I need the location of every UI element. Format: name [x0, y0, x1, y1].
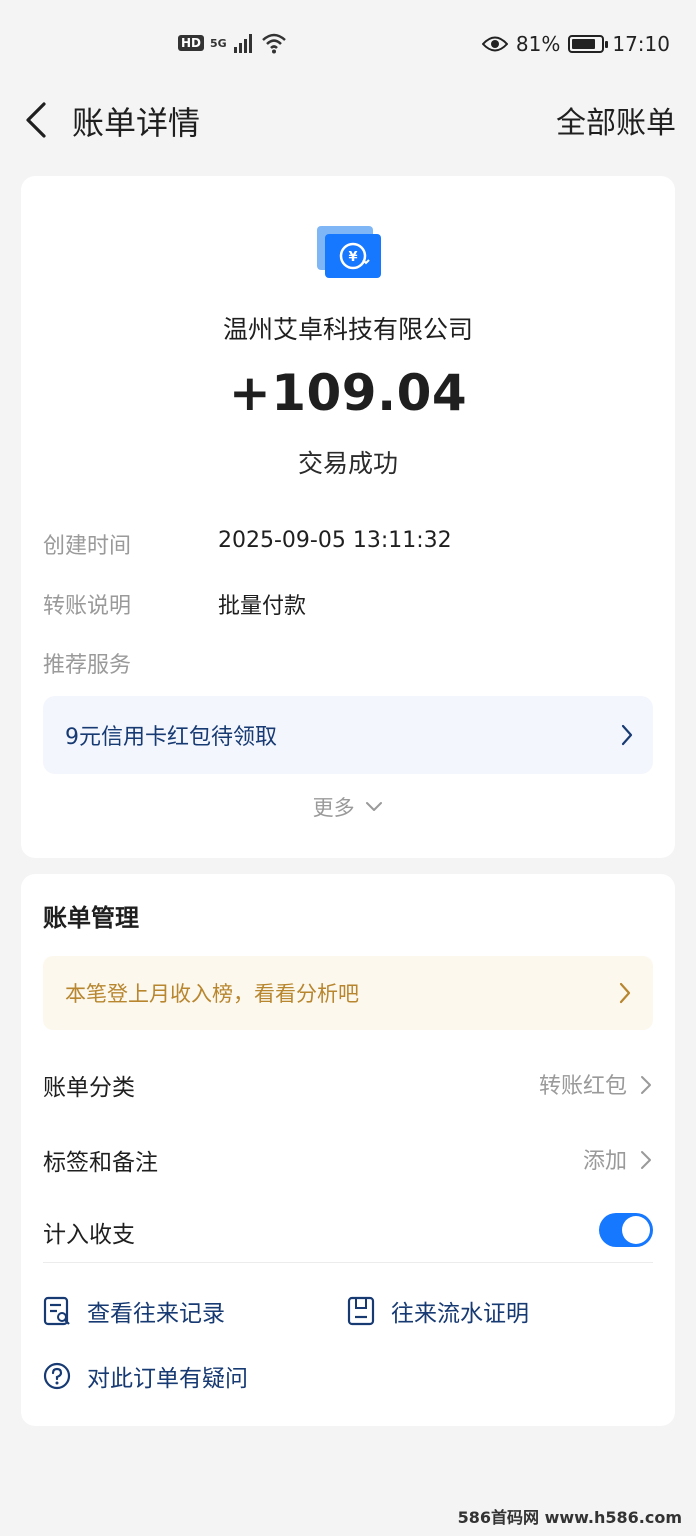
view-history-label: 查看往来记录: [87, 1301, 225, 1327]
chevron-right-icon: [619, 982, 631, 1004]
transaction-status: 交易成功: [297, 449, 398, 478]
include-in-balance-row: 计入收支: [21, 1201, 675, 1261]
tags-notes-value: 添加: [582, 1149, 627, 1174]
status-bar: HD 5G 81% 17:10: [0, 0, 696, 92]
watermark: 586首码网 www.h586.com: [457, 1508, 682, 1527]
toggle-knob: [622, 1216, 650, 1244]
transfer-note-label: 转账说明: [43, 594, 132, 619]
created-time-label: 创建时间: [43, 534, 132, 559]
back-button[interactable]: [22, 100, 52, 140]
record-list-icon: [43, 1296, 70, 1326]
bill-category-row[interactable]: 账单分类 转账红包: [21, 1054, 675, 1114]
more-button[interactable]: 更多: [21, 792, 675, 822]
signal-icon: [233, 34, 252, 53]
transfer-note-value: 批量付款: [218, 594, 307, 619]
transfer-icon: ¥: [317, 226, 381, 278]
notice-text: 本笔登上月收入榜，看看分析吧: [65, 982, 359, 1006]
battery-icon: [568, 35, 609, 53]
chevron-down-icon: [366, 802, 383, 811]
divider: [43, 1262, 653, 1263]
clock: 17:10: [612, 32, 670, 56]
network-label: 5G: [210, 36, 227, 50]
eye-icon: [481, 36, 508, 52]
bill-management-card: 账单管理 本笔登上月收入榜，看看分析吧 账单分类 转账红包 标签和备注 添加 计…: [21, 874, 675, 1426]
order-question-label: 对此订单有疑问: [87, 1366, 248, 1392]
chevron-right-icon: [621, 724, 633, 746]
battery-percent: 81%: [515, 32, 561, 56]
statement-proof-label: 往来流水证明: [391, 1301, 529, 1327]
wifi-icon: [261, 33, 286, 54]
bill-category-value: 转账红包: [538, 1074, 627, 1099]
tags-notes-row[interactable]: 标签和备注 添加: [21, 1129, 675, 1189]
tags-notes-label: 标签和备注: [43, 1150, 158, 1176]
more-label: 更多: [312, 796, 355, 820]
hd-badge: HD: [178, 35, 205, 51]
transaction-card: ¥ 温州艾卓科技有限公司 +109.04 交易成功 创建时间 2025-09-0…: [21, 176, 675, 858]
document-icon: [347, 1296, 375, 1326]
bill-category-label: 账单分类: [43, 1075, 135, 1101]
battery-fill: [572, 39, 596, 49]
created-time-value: 2025-09-05 13:11:32: [218, 528, 452, 553]
status-bar-right: 81% 17:10: [481, 32, 670, 56]
recommended-service-label: 推荐服务: [43, 653, 132, 678]
income-ranking-notice[interactable]: 本笔登上月收入榜，看看分析吧: [43, 956, 653, 1030]
chevron-left-icon: [26, 102, 46, 138]
include-in-balance-toggle[interactable]: [599, 1213, 653, 1247]
page-title: 账单详情: [72, 104, 201, 142]
svg-text:¥: ¥: [348, 250, 357, 265]
include-in-balance-label: 计入收支: [43, 1222, 135, 1248]
chevron-right-icon: [641, 1151, 651, 1169]
view-history-link[interactable]: 查看往来记录: [43, 1294, 225, 1328]
promo-text: 9元信用卡红包待领取: [65, 725, 277, 750]
order-question-link[interactable]: 对此订单有疑问: [43, 1359, 248, 1393]
chevron-right-icon: [641, 1076, 651, 1094]
statement-proof-link[interactable]: 往来流水证明: [347, 1294, 529, 1328]
transaction-amount: +109.04: [228, 364, 468, 422]
merchant-name: 温州艾卓科技有限公司: [222, 315, 473, 344]
section-title: 账单管理: [43, 904, 139, 932]
credit-card-promo[interactable]: 9元信用卡红包待领取: [43, 696, 653, 774]
nav-header: 账单详情 全部账单: [0, 92, 696, 148]
status-bar-left: HD 5G: [178, 32, 287, 54]
question-circle-icon: [43, 1362, 71, 1390]
all-bills-link[interactable]: 全部账单: [556, 98, 676, 142]
